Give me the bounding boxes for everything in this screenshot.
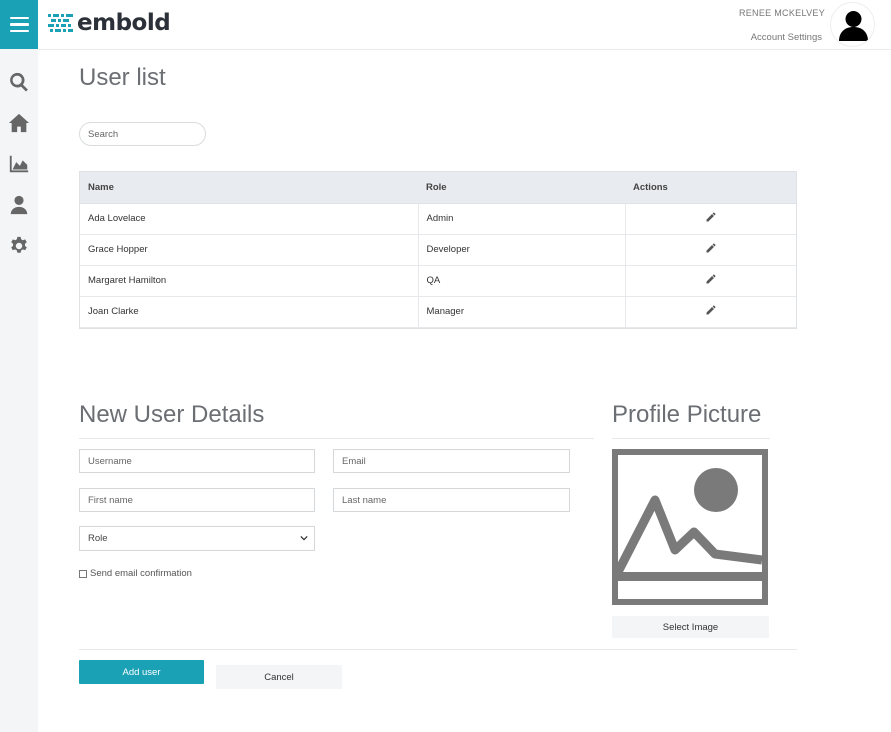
area-chart-icon[interactable] — [8, 153, 30, 175]
actions-cell — [624, 203, 796, 235]
role-select[interactable]: Role — [79, 526, 315, 551]
column-header-name[interactable]: Name — [80, 172, 418, 204]
user-name-cell: Joan Clarke — [80, 296, 418, 328]
hamburger-icon-bar — [9, 29, 29, 33]
menu-toggle-button[interactable] — [0, 0, 38, 49]
hamburger-icon-bar — [9, 16, 29, 20]
profile-picture-title: Profile Picture — [612, 401, 762, 428]
profile-picture-preview — [612, 449, 768, 605]
table-row[interactable]: Grace Hopper Developer — [80, 234, 796, 266]
cancel-button[interactable]: Cancel — [216, 665, 342, 689]
email-field[interactable] — [333, 449, 570, 473]
chevron-down-icon — [300, 535, 308, 541]
search-icon[interactable] — [8, 71, 30, 93]
user-name-cell: Grace Hopper — [80, 234, 418, 266]
last-name-field[interactable] — [333, 488, 570, 512]
user-role-cell: Developer — [417, 234, 625, 266]
send-email-label[interactable]: Send email confirmation — [90, 568, 192, 579]
page-title: User list — [79, 64, 166, 91]
gear-icon[interactable] — [8, 235, 30, 257]
user-name-cell: Margaret Hamilton — [80, 265, 418, 297]
user-role-cell: Admin — [417, 203, 625, 235]
divider — [612, 438, 770, 439]
table-header-row: Name Role Actions — [80, 172, 796, 204]
hamburger-icon-bar — [9, 23, 29, 26]
column-header-actions: Actions — [625, 172, 796, 204]
edit-pencil-icon[interactable] — [705, 242, 717, 254]
image-placeholder-icon — [612, 449, 768, 605]
search-input[interactable] — [79, 122, 206, 146]
send-email-confirmation: Send email confirmation — [79, 568, 192, 579]
divider — [79, 438, 594, 439]
edit-pencil-icon[interactable] — [705, 211, 717, 223]
select-image-button[interactable]: Select Image — [612, 616, 769, 638]
sidebar — [0, 0, 38, 732]
first-name-field[interactable] — [79, 488, 315, 512]
user-role-cell: QA — [417, 265, 625, 297]
avatar[interactable] — [830, 2, 875, 47]
new-user-details-title: New User Details — [79, 401, 265, 428]
account-settings-link[interactable]: Account Settings — [751, 32, 822, 43]
column-header-role[interactable]: Role — [418, 172, 625, 204]
actions-cell — [624, 234, 796, 266]
role-select-value: Role — [88, 533, 108, 544]
user-name: RENEE MCKELVEY — [738, 8, 825, 18]
username-field[interactable] — [79, 449, 315, 473]
actions-cell — [624, 265, 796, 297]
home-icon[interactable] — [8, 112, 30, 134]
brand-logo[interactable]: embold — [48, 9, 171, 37]
embold-logo-icon — [48, 14, 73, 32]
table-row[interactable]: Margaret Hamilton QA — [80, 265, 796, 297]
user-avatar-icon — [839, 11, 868, 41]
add-user-button[interactable]: Add user — [79, 660, 204, 684]
table-row[interactable]: Joan Clarke Manager — [80, 296, 796, 328]
send-email-checkbox[interactable] — [79, 569, 87, 578]
user-role-cell: Manager — [417, 296, 625, 328]
user-table: Name Role Actions Ada Lovelace Admin Gra… — [79, 171, 797, 329]
user-icon[interactable] — [8, 194, 30, 216]
actions-cell — [624, 296, 796, 328]
top-header: embold RENEE MCKELVEY Account Settings — [38, 0, 891, 50]
brand-name: embold — [77, 10, 171, 36]
user-name-cell: Ada Lovelace — [80, 203, 418, 235]
edit-pencil-icon[interactable] — [705, 273, 717, 285]
divider — [79, 649, 797, 650]
edit-pencil-icon[interactable] — [705, 304, 717, 316]
table-row[interactable]: Ada Lovelace Admin — [80, 203, 796, 235]
